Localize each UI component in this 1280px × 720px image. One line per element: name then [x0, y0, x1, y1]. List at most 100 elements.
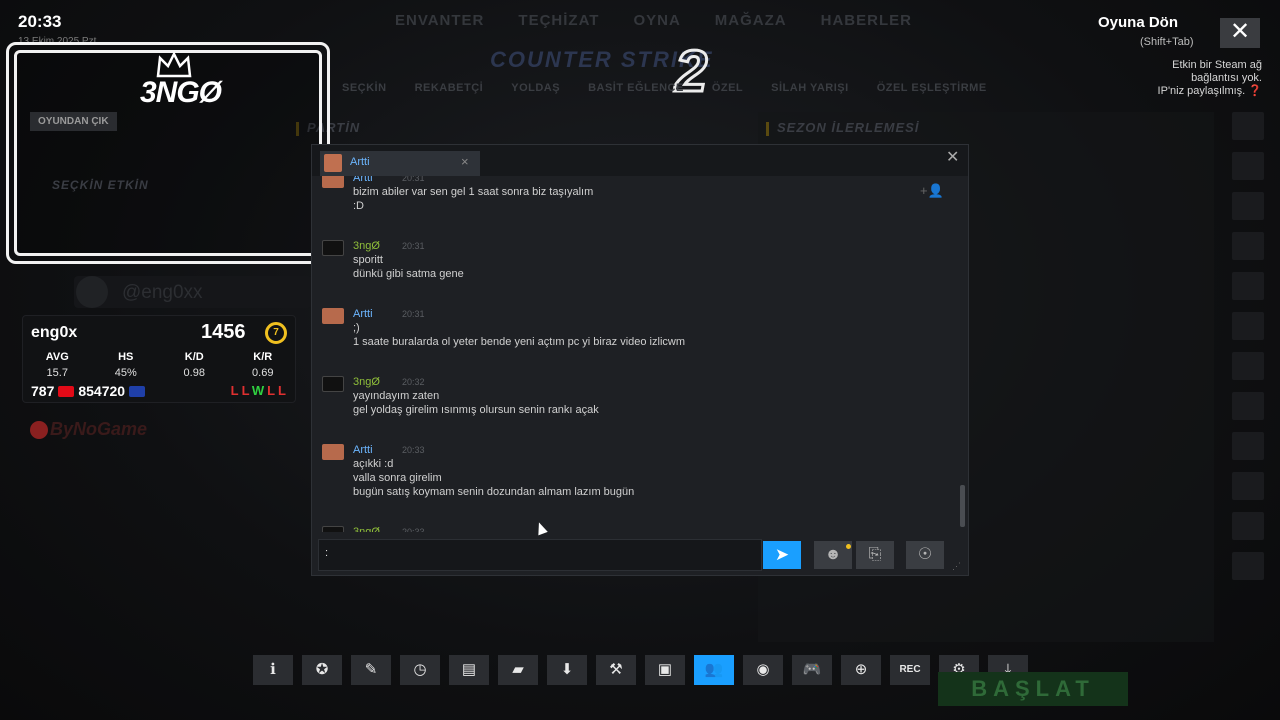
mode-wingman[interactable]: YOLDAŞ: [511, 82, 560, 94]
featured-event-title: SEÇKİN ETKİN: [52, 178, 149, 192]
start-button[interactable]: BAŞLAT: [938, 672, 1128, 706]
message-time: 20:32: [402, 377, 425, 387]
avatar[interactable]: [322, 444, 344, 460]
download-icon[interactable]: ⬇: [547, 655, 587, 685]
sponsor-logo: ByNoGame: [30, 419, 147, 440]
chat-message-list: Artti 20:31 bizim abiler var sen gel 1 saa…: [312, 176, 968, 532]
streamer-logo: 3NGØ: [140, 76, 222, 109]
clock-icon[interactable]: ◷: [400, 655, 440, 685]
avatar[interactable]: [322, 308, 344, 324]
ranking-row: 787 854720: [31, 383, 146, 399]
avatar[interactable]: [1232, 552, 1264, 580]
message-time: 20:31: [402, 176, 425, 183]
region-points: 854720: [78, 383, 126, 399]
message-text: ;): [353, 322, 360, 334]
emoticon-button[interactable]: ☻: [814, 541, 852, 569]
voice-button[interactable]: ☉: [906, 541, 944, 569]
screenshot-icon[interactable]: ▣: [645, 655, 685, 685]
avatar[interactable]: [1232, 112, 1264, 140]
return-to-game-label[interactable]: Oyuna Dön: [1098, 14, 1178, 31]
pencil-icon[interactable]: ✎: [351, 655, 391, 685]
friends-avatar-column: [1228, 112, 1274, 592]
message-author[interactable]: Artti: [353, 176, 373, 184]
avatar[interactable]: [1232, 392, 1264, 420]
avatar[interactable]: [1232, 192, 1264, 220]
avatar[interactable]: [322, 240, 344, 256]
rec-icon[interactable]: REC: [890, 655, 930, 685]
controller-icon[interactable]: 🎮: [792, 655, 832, 685]
message-text: bizim abiler var sen gel 1 saat sonra bi…: [353, 186, 594, 198]
faceit-stats-card: eng0x 1456 7 AVG HS K/D K/R 15.7 45% 0.9…: [22, 315, 296, 403]
chat-input[interactable]: :: [318, 539, 762, 571]
avatar[interactable]: [322, 376, 344, 392]
mode-casual[interactable]: BASİT EĞLENCE: [588, 82, 684, 94]
mode-custom[interactable]: ÖZEL EŞLEŞTİRME: [877, 82, 987, 94]
info-icon[interactable]: ℹ: [253, 655, 293, 685]
close-chat-button[interactable]: ✕: [946, 147, 959, 167]
mode-special[interactable]: ÖZEL: [712, 82, 743, 94]
nav-loadout[interactable]: TEÇHİZAT: [518, 12, 599, 29]
stat-header: K/R: [253, 351, 273, 363]
notification-dot: [846, 544, 851, 549]
mode-competitive[interactable]: REKABETÇİ: [415, 82, 484, 94]
game-top-nav: ENVANTER TEÇHİZAT OYNA MAĞAZA HABERLER: [395, 12, 912, 29]
wrench-icon[interactable]: ⚒: [596, 655, 636, 685]
elo-value: 1456: [201, 321, 246, 343]
overlay-toolbar: ℹ ✪ ✎ ◷ ▤ ▰ ⬇ ⚒ ▣ 👥 ◉ 🎮 ⊕ REC ⚙ ⤓: [253, 655, 1028, 685]
tiktok-icon: [76, 276, 108, 308]
stat-header: HS: [118, 351, 134, 363]
message-text: dünkü gibi satma gene: [353, 268, 464, 280]
close-overlay-button[interactable]: ✕: [1220, 18, 1260, 48]
close-tab-icon[interactable]: ×: [461, 154, 469, 169]
avatar[interactable]: [1232, 352, 1264, 380]
avatar[interactable]: [1232, 512, 1264, 540]
avatar[interactable]: [1232, 312, 1264, 340]
chat-tab-label: Artti: [350, 156, 370, 168]
globe-icon[interactable]: ⊕: [841, 655, 881, 685]
avatar[interactable]: [322, 526, 344, 532]
resize-handle[interactable]: ⋰: [952, 561, 961, 572]
sponsor-icon: [30, 421, 48, 440]
tiktok-handle: @eng0xx: [122, 282, 203, 303]
avatar[interactable]: [1232, 272, 1264, 300]
stat-value: 15.7: [46, 367, 68, 379]
sponsor-name: ByNoGame: [50, 419, 148, 439]
avatar[interactable]: [322, 176, 344, 188]
avatar[interactable]: [1232, 472, 1264, 500]
stat-value: 0.98: [183, 367, 205, 379]
message-author[interactable]: Artti: [353, 444, 373, 456]
crown-icon: [156, 52, 192, 78]
mode-premier[interactable]: SEÇKİN: [342, 82, 387, 94]
help-icon[interactable]: ❓: [1248, 85, 1262, 97]
attach-button[interactable]: ⎘: [856, 541, 894, 569]
streak-result: L: [241, 383, 252, 398]
stat-value: 0.69: [252, 367, 274, 379]
nav-news[interactable]: HABERLER: [821, 12, 912, 29]
achievements-icon[interactable]: ✪: [302, 655, 342, 685]
message-author[interactable]: 3ngØ: [353, 526, 380, 532]
message-time: 20:33: [402, 445, 425, 455]
add-friend-icon[interactable]: +👤: [920, 183, 944, 199]
eye-icon[interactable]: ◉: [743, 655, 783, 685]
avatar[interactable]: [1232, 232, 1264, 260]
stats-values: 15.7 45% 0.98 0.69: [23, 367, 297, 379]
nav-inventory[interactable]: ENVANTER: [395, 12, 484, 29]
avatar[interactable]: [1232, 432, 1264, 460]
chat-icon[interactable]: ▰: [498, 655, 538, 685]
stat-header: AVG: [45, 351, 69, 363]
avatar[interactable]: [1232, 152, 1264, 180]
turkey-flag-icon: [58, 385, 75, 397]
message-author[interactable]: 3ngØ: [353, 240, 380, 252]
friends-icon[interactable]: 👥: [694, 655, 734, 685]
quit-game-button[interactable]: OYUNDAN ÇIK: [30, 112, 117, 131]
nav-play[interactable]: OYNA: [633, 12, 680, 29]
nav-store[interactable]: MAĞAZA: [715, 12, 787, 29]
mode-armsrace[interactable]: SİLAH YARIŞI: [771, 82, 849, 94]
message-author[interactable]: Artti: [353, 308, 373, 320]
chat-scrollbar[interactable]: [960, 485, 965, 527]
message-author[interactable]: 3ngØ: [353, 376, 380, 388]
send-button[interactable]: ➤: [763, 541, 801, 569]
chat-tab-artti[interactable]: Artti ×: [320, 151, 480, 176]
stat-header: K/D: [184, 351, 204, 363]
guide-icon[interactable]: ▤: [449, 655, 489, 685]
